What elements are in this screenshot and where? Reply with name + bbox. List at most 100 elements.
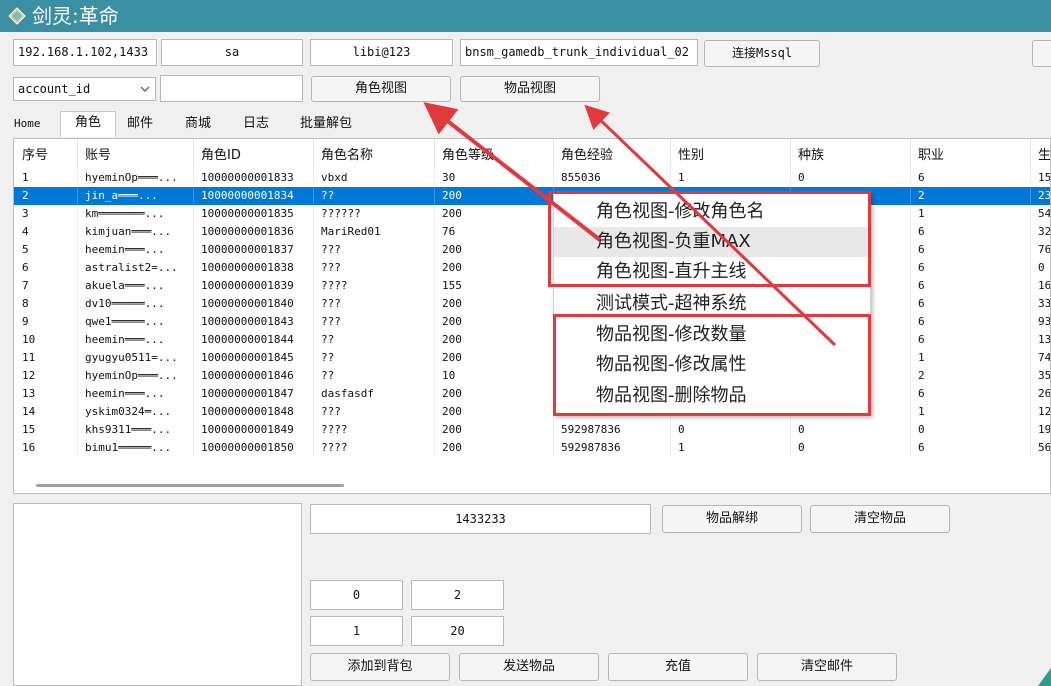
- menu-item-rename-role[interactable]: 角色视图-修改角色名: [554, 197, 870, 227]
- table-cell: 200: [435, 313, 554, 331]
- table-row[interactable]: 5heemin═══...10000000001837???200 6763: [14, 241, 1050, 259]
- grid-header-cell[interactable]: 账号: [78, 139, 194, 169]
- tab-mail[interactable]: 邮件: [127, 113, 153, 135]
- param-field-1[interactable]: 0: [310, 580, 403, 610]
- grid-header-cell[interactable]: 角色经验: [554, 139, 671, 169]
- table-cell: 200: [435, 331, 554, 349]
- grid-header-cell[interactable]: 职业: [911, 139, 1031, 169]
- search-input[interactable]: [160, 75, 303, 102]
- table-row[interactable]: 4 kimjuan═══... 10000000001836 MariRed01 76 6…: [14, 223, 1050, 241]
- table-cell: 0: [791, 421, 911, 439]
- connect-mssql-button[interactable]: 连接Mssql: [704, 40, 820, 67]
- table-row[interactable]: 14yskim0324═...10000000001848???20059298…: [14, 403, 1050, 421]
- table-row[interactable]: 1 hyeminOp═══... 10000000001833 vbxd 30 85503…: [14, 169, 1050, 187]
- user-field[interactable]: sa: [161, 39, 303, 66]
- table-cell: 10000000001839: [194, 277, 314, 295]
- table-cell: MariRed01: [314, 223, 435, 241]
- menu-item-edit-attributes[interactable]: 物品视图-修改属性: [554, 350, 870, 380]
- search-field-select[interactable]: account_id: [13, 77, 156, 101]
- tab-log[interactable]: 日志: [243, 113, 269, 135]
- host-field[interactable]: 192.168.1.102,1433: [13, 39, 157, 66]
- add-to-bag-button[interactable]: 添加到背包: [310, 653, 450, 681]
- table-cell: 6: [911, 259, 1031, 277]
- menu-item-delete-item[interactable]: 物品视图-删除物品: [554, 381, 870, 411]
- table-cell: 4: [15, 223, 78, 241]
- menu-item-edit-quantity[interactable]: 物品视图-修改数量: [554, 320, 870, 350]
- recharge-button[interactable]: 充值: [608, 653, 748, 681]
- table-cell: 10000000001837: [194, 241, 314, 259]
- table-row[interactable]: 8dv10═════...10000000001840???200 6334: [14, 295, 1050, 313]
- table-cell: 2: [911, 367, 1031, 385]
- role-data-grid[interactable]: 序号 账号 角色ID 角色名称 角色等级 角色经验 性别 种族 职业生 1 hyeminOp═══…: [13, 138, 1051, 494]
- table-cell: 855036: [554, 169, 671, 187]
- table-cell: 200: [435, 421, 554, 439]
- grid-header-cell[interactable]: 角色名称: [314, 139, 435, 169]
- tab-home[interactable]: Home: [14, 113, 41, 135]
- menu-item-weight-max[interactable]: 角色视图-负重MAX: [554, 227, 870, 257]
- table-cell: 354: [1031, 367, 1050, 385]
- table-row[interactable]: 11gyugyu0511=...10000000001845??200 1740: [14, 349, 1050, 367]
- grid-header-cell[interactable]: 角色等级: [435, 139, 554, 169]
- param-field-2[interactable]: 2: [411, 580, 504, 610]
- table-cell: ???: [314, 241, 435, 259]
- horizontal-scrollbar-thumb[interactable]: [36, 484, 344, 487]
- table-cell: 1: [911, 403, 1031, 421]
- table-row[interactable]: 3 km═══════... 10000000001835?????? 200 1 54: [14, 205, 1050, 223]
- item-id-field[interactable]: 1433233: [310, 504, 651, 534]
- send-item-button[interactable]: 发送物品: [459, 653, 599, 681]
- table-row[interactable]: 13 heemin═══... 10000000001847 dasfasdf 200 6…: [14, 385, 1050, 403]
- password-field[interactable]: libi@123: [310, 39, 453, 66]
- unbind-item-button[interactable]: 物品解绑: [662, 505, 802, 533]
- param-field-3[interactable]: 1: [310, 616, 403, 646]
- table-cell: ???: [314, 403, 435, 421]
- table-cell: 194: [1031, 421, 1050, 439]
- clear-mail-button[interactable]: 清空邮件: [757, 653, 897, 681]
- table-cell: 128: [1031, 403, 1050, 421]
- table-cell: ???: [314, 295, 435, 313]
- grid-header-cell[interactable]: 角色ID: [194, 139, 314, 169]
- table-row[interactable]: 15 khs9311═══... 10000000001849???? 200 5929…: [14, 421, 1050, 439]
- table-row[interactable]: 7akuela═══...10000000001839????155 6165: [14, 277, 1050, 295]
- table-cell: ????: [314, 421, 435, 439]
- param-field-4[interactable]: 20: [411, 616, 504, 646]
- table-cell: 7: [15, 277, 78, 295]
- table-cell: ????: [314, 277, 435, 295]
- item-list-panel[interactable]: [13, 503, 302, 686]
- menu-item-main-quest[interactable]: 角色视图-直升主线: [554, 257, 870, 287]
- table-cell: 9: [15, 313, 78, 331]
- grid-header-cell[interactable]: 性别: [671, 139, 791, 169]
- clear-items-button[interactable]: 清空物品: [810, 505, 950, 533]
- database-field[interactable]: bnsm_gamedb_trunk_individual_02: [460, 39, 698, 66]
- role-view-button[interactable]: 角色视图: [311, 76, 451, 102]
- table-cell: 2: [911, 187, 1031, 205]
- table-cell: dv10═════...: [78, 295, 194, 313]
- menu-item-test-mode[interactable]: 测试模式-超神系统: [554, 289, 870, 319]
- table-row[interactable]: 16 bimu1═════... 10000000001850???? 200 5929…: [14, 439, 1050, 457]
- tab-shop[interactable]: 商城: [185, 113, 211, 135]
- table-cell: 6: [911, 385, 1031, 403]
- table-cell: 15: [15, 421, 78, 439]
- table-row[interactable]: 9 qwe1═════... 10000000001843??? 200 6 93: [14, 313, 1050, 331]
- table-cell: 0: [1031, 259, 1050, 277]
- toolbar-button-truncated[interactable]: [1032, 40, 1051, 67]
- table-row[interactable]: 12hyeminOp═══...10000000001846??10 2354: [14, 367, 1050, 385]
- table-row[interactable]: 10heemin═══...10000000001844??200 6132: [14, 331, 1050, 349]
- table-cell: km═══════...: [78, 205, 194, 223]
- table-row-selected[interactable]: 2 jin_a═══... 10000000001834?? 200 2 23: [14, 187, 1050, 205]
- tab-batch-unpack[interactable]: 批量解包: [300, 113, 352, 135]
- grid-header-cell[interactable]: 生: [1031, 139, 1050, 169]
- table-cell: 560: [1031, 439, 1050, 457]
- grid-header-cell[interactable]: 序号: [15, 139, 78, 169]
- table-row[interactable]: 6 astralist2=... 10000000001838??? 200 6 0: [14, 259, 1050, 277]
- table-cell: 11: [15, 349, 78, 367]
- table-cell: ???: [314, 313, 435, 331]
- grid-header-cell[interactable]: 种族: [791, 139, 911, 169]
- tab-role[interactable]: 角色: [60, 111, 116, 137]
- search-field-value: account_id: [18, 82, 91, 96]
- window-corner-accent: [1038, 668, 1051, 686]
- table-cell: 592987836: [554, 439, 671, 457]
- table-cell: heemin═══...: [78, 331, 194, 349]
- table-cell: heemin═══...: [78, 241, 194, 259]
- table-cell: 132: [1031, 331, 1050, 349]
- item-view-button[interactable]: 物品视图: [460, 76, 600, 102]
